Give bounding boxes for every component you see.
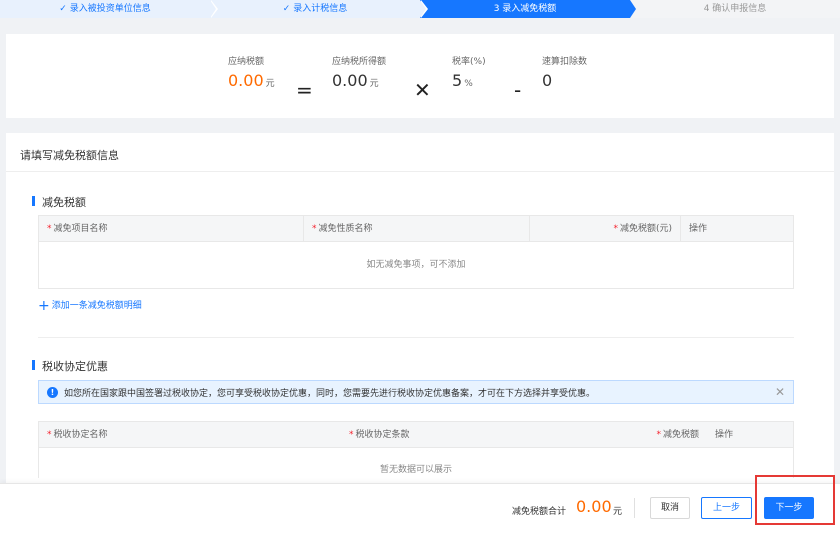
multiply-sign: ✕ — [414, 78, 431, 102]
step-progress-bar: ✓ 录入被投资单位信息 ✓ 录入计税信息 3 录入减免税额 4 确认申报信息 — [0, 0, 840, 18]
close-icon[interactable]: ✕ — [775, 385, 785, 399]
previous-step-button[interactable]: 上一步 — [701, 497, 752, 519]
step-2[interactable]: ✓ 录入计税信息 — [210, 0, 428, 18]
treaty-table-header: * 税收协定名称 * 税收协定条款 * 减免税额 操作 — [39, 422, 793, 448]
next-step-button[interactable]: 下一步 — [764, 497, 814, 519]
tax-rate-amount: 5 — [452, 71, 463, 90]
tax-payable: 应纳税额 0.00 元 — [228, 54, 275, 90]
quick-deduction-value: 0 — [542, 71, 553, 90]
reduction-table: * 减免项目名称 * 减免性质名称 * 减免税额(元) 操作 如无减免事项，可不添加 — [38, 215, 794, 289]
col-reduction-amount: * 减免税额(元) — [530, 216, 681, 241]
quick-deduction: 速算扣除数 0 — [542, 54, 587, 90]
col-reduction-nature-label: 减免性质名称 — [318, 224, 373, 234]
form-title: 请填写减免税额信息 — [20, 149, 119, 162]
reduction-section-title: 减免税额 — [32, 194, 86, 210]
total-value: 0.00 — [576, 497, 612, 516]
section-divider — [38, 337, 794, 338]
taxable-income-unit: 元 — [369, 79, 379, 89]
col-reduction-item-label: 减免项目名称 — [53, 224, 108, 234]
add-reduction-label: 添加一条减免税额明细 — [51, 301, 142, 311]
col-reduction-action: 操作 — [689, 224, 708, 234]
reduction-empty-text: 如无减免事项，可不添加 — [366, 260, 466, 270]
tax-payable-value: 0.00 元 — [228, 71, 275, 90]
tax-summary-card: 应纳税额 0.00 元 = 应纳税所得额 0.00 元 ✕ 税率(%) 5% - 速… — [6, 34, 834, 118]
col-treaty-action: 操作 — [715, 430, 734, 440]
info-icon: ! — [47, 386, 58, 398]
step-4: 4 确认申报信息 — [630, 0, 840, 18]
col-treaty-amount-label: 减免税额 — [662, 430, 699, 440]
treaty-info-alert: ! 如您所在国家跟中国签署过税收协定，您可享受税收协定优惠，同时，您需要先进行税… — [38, 380, 794, 404]
plus-icon: + — [38, 298, 50, 314]
taxable-income: 应纳税所得额 0.00 元 — [332, 54, 386, 90]
cancel-button[interactable]: 取消 — [650, 497, 690, 519]
total-label: 减免税额合计 — [512, 507, 567, 517]
col-treaty-clause-label: 税收协定条款 — [355, 430, 410, 440]
treaty-table: * 税收协定名称 * 税收协定条款 * 减免税额 操作 暂无数据可以展示 — [38, 421, 794, 478]
tax-rate: 税率(%) 5% — [452, 54, 486, 90]
tax-rate-unit: % — [464, 79, 473, 89]
tax-payable-unit: 元 — [265, 79, 275, 89]
treaty-empty-text: 暂无数据可以展示 — [379, 465, 452, 475]
col-reduction-amount-label: 减免税额(元) — [619, 224, 672, 234]
action-footer: 减免税额合计 0.00 元 取消 上一步 下一步 — [0, 483, 840, 533]
step-3-label: 3 录入减免税额 — [493, 4, 557, 14]
taxable-income-amount: 0.00 — [332, 71, 368, 90]
col-treaty-name-label: 税收协定名称 — [53, 430, 108, 440]
equals-sign: = — [296, 78, 313, 102]
col-treaty-amount: * 减免税额 — [656, 430, 699, 440]
treaty-alert-text: 如您所在国家跟中国签署过税收协定，您可享受税收协定优惠，同时，您需要先进行税收协… — [64, 388, 596, 399]
add-reduction-link[interactable]: + 添加一条减免税额明细 — [38, 298, 142, 314]
total-unit: 元 — [613, 507, 623, 517]
step-4-label: 4 确认申报信息 — [703, 4, 767, 14]
taxable-income-value: 0.00 元 — [332, 71, 386, 90]
step-2-label: ✓ 录入计税信息 — [282, 4, 348, 14]
tax-rate-value: 5% — [452, 71, 486, 90]
reduction-form-card: 请填写减免税额信息 减免税额 * 减免项目名称 * 减免性质名称 * 减免税额(元) … — [6, 133, 834, 533]
title-divider — [6, 171, 834, 172]
treaty-section-title: 税收协定优惠 — [32, 358, 108, 374]
col-treaty-name: * 税收协定名称 — [47, 430, 108, 440]
quick-deduction-label: 速算扣除数 — [542, 57, 588, 67]
col-reduction-item: * 减免项目名称 — [39, 216, 304, 241]
tax-rate-label: 税率(%) — [452, 57, 486, 67]
tax-payable-label: 应纳税额 — [228, 57, 265, 67]
step-1-label: ✓ 录入被投资单位信息 — [59, 4, 151, 14]
step-3[interactable]: 3 录入减免税额 — [420, 0, 636, 18]
step-1[interactable]: ✓ 录入被投资单位信息 — [0, 0, 218, 18]
footer-divider — [634, 498, 635, 518]
col-treaty-clause: * 税收协定条款 — [349, 430, 410, 440]
tax-payable-amount: 0.00 — [228, 71, 264, 90]
col-reduction-nature: * 减免性质名称 — [304, 216, 530, 241]
reduction-table-header: * 减免项目名称 * 减免性质名称 * 减免税额(元) 操作 — [39, 216, 793, 242]
minus-sign: - — [514, 78, 522, 102]
taxable-income-label: 应纳税所得额 — [332, 57, 387, 67]
